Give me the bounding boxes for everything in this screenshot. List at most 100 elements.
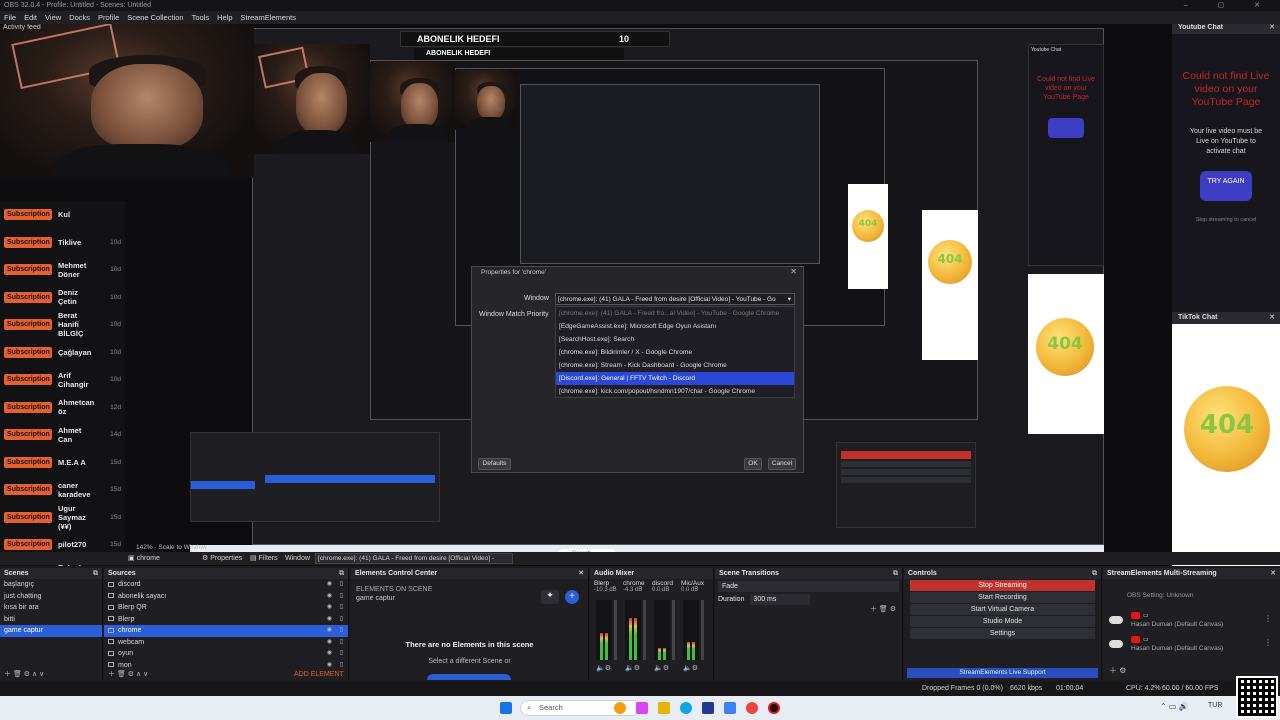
menu-item[interactable]: View (45, 11, 61, 24)
speaker-icon[interactable]: 🔈⚙ (625, 664, 640, 672)
visibility-icon[interactable]: ◉ (327, 648, 332, 660)
menu-item[interactable]: Tools (192, 11, 210, 24)
source-item[interactable]: chrome ◉ ▯ (104, 625, 348, 637)
close-icon[interactable]: ⧉ (1092, 568, 1097, 579)
menu-item[interactable]: Help (217, 11, 232, 24)
close-icon[interactable]: ✕ (1269, 24, 1275, 34)
obs-icon[interactable] (768, 702, 780, 714)
volume-slider[interactable] (672, 600, 675, 660)
more-icon[interactable]: ⋮ (1264, 638, 1272, 647)
lock-icon[interactable]: ▯ (340, 625, 343, 637)
filters-button[interactable]: ▤ Filters (250, 552, 278, 565)
cancel-button[interactable]: Cancel (768, 458, 796, 470)
add-element-link[interactable]: ADD ELEMENT (294, 669, 344, 680)
live-support-button[interactable]: StreamElements Live Support (907, 668, 1098, 678)
sparkle-icon[interactable]: ✦ (541, 590, 559, 604)
window-option[interactable]: [EdgeGameAssist.exe]: Microsoft Edge Oyu… (556, 320, 794, 333)
window-select[interactable]: [chrome.exe]: (41) GALA - Freed from des… (555, 293, 795, 305)
close-icon[interactable]: ⧉ (339, 568, 344, 579)
scene-item[interactable]: başlangıç (0, 579, 102, 591)
file-explorer-icon[interactable] (658, 702, 670, 714)
visibility-icon[interactable]: ◉ (327, 591, 332, 603)
visibility-icon[interactable]: ◉ (327, 614, 332, 626)
transition-add-remove[interactable]: ＋ 🗑 ⚙ (870, 604, 896, 614)
stream-toggle[interactable] (1109, 616, 1123, 624)
source-item[interactable]: oyun ◉ ▯ (104, 648, 348, 660)
speaker-icon[interactable]: 🔈⚙ (654, 664, 669, 672)
preview-canvas[interactable]: ABONELIK HEDEFI 10 ABONELIK HEDEFI Activ… (0, 24, 1280, 566)
ok-button[interactable]: OK (744, 458, 762, 470)
lock-icon[interactable]: ▯ (340, 602, 343, 614)
scene-item[interactable]: bitti (0, 614, 102, 626)
control-button[interactable]: Settings (910, 628, 1095, 639)
window-option[interactable]: [chrome.exe]: (41) GALA - Freed fro...al… (556, 307, 794, 320)
lock-icon[interactable]: ▯ (340, 648, 343, 660)
lock-icon[interactable]: ▯ (340, 637, 343, 649)
close-icon[interactable]: ✕ (1269, 312, 1275, 324)
window-option[interactable]: [SearchHost.exe]: Search (556, 333, 794, 346)
menu-item[interactable]: File (4, 11, 16, 24)
source-item[interactable]: Blerp QR ◉ ▯ (104, 602, 348, 614)
try-again-button[interactable]: TRY AGAIN (1200, 171, 1252, 201)
visibility-icon[interactable]: ◉ (327, 637, 332, 649)
window-option[interactable]: [chrome.exe]: Bildirimler / X - Google C… (556, 346, 794, 359)
widget-icon[interactable] (614, 702, 626, 714)
menu-item[interactable]: Docks (69, 11, 90, 24)
lock-icon[interactable]: ▯ (340, 591, 343, 603)
window-select[interactable]: [chrome.exe]: (41) GALA - Freed from des… (315, 553, 513, 564)
windows-start-icon[interactable] (500, 702, 512, 714)
volume-slider[interactable] (643, 600, 646, 660)
control-button[interactable]: Studio Mode (910, 616, 1095, 627)
elements-action-button[interactable] (427, 674, 511, 680)
dialog-close-icon[interactable]: ✕ (790, 267, 797, 276)
tray-icons[interactable]: ⌃ ▭ 🔊 (1160, 702, 1189, 711)
scenes-toolbar[interactable]: ＋ 🗑 ⚙ ∧ ∨ (0, 669, 102, 680)
scene-item[interactable]: kısa bir ara (0, 602, 102, 614)
window-option[interactable]: [Discord.exe]: General | FFTV Twitch - D… (556, 372, 794, 385)
edge-icon[interactable] (680, 702, 692, 714)
source-item[interactable]: abonelik sayacı ◉ ▯ (104, 591, 348, 603)
app-icon[interactable] (724, 702, 736, 714)
menu-item[interactable]: Edit (24, 11, 37, 24)
menu-item[interactable]: StreamElements (241, 11, 296, 24)
visibility-icon[interactable]: ◉ (327, 625, 332, 637)
close-icon[interactable]: ✕ (578, 568, 584, 579)
properties-button[interactable]: ⚙ Properties (202, 552, 242, 565)
close-icon[interactable]: ⧉ (893, 568, 898, 579)
source-item[interactable]: webcam ◉ ▯ (104, 637, 348, 649)
duration-input[interactable]: 300 ms (750, 594, 811, 605)
menu-item[interactable]: Profile (98, 11, 119, 24)
sources-toolbar[interactable]: ＋ 🗑 ⚙ ∧ ∨ ADD ELEMENT (104, 669, 348, 680)
source-item[interactable]: discord ◉ ▯ (104, 579, 348, 591)
defaults-button[interactable]: Defaults (478, 458, 511, 470)
speaker-icon[interactable]: 🔈⚙ (683, 664, 698, 672)
stream-toggle[interactable] (1109, 640, 1123, 648)
control-button[interactable]: Start Recording (910, 592, 1095, 603)
more-icon[interactable]: ⋮ (1264, 614, 1272, 623)
volume-slider[interactable] (701, 600, 704, 660)
lock-icon[interactable]: ▯ (340, 579, 343, 591)
copilot-icon[interactable] (636, 702, 648, 714)
add-icon[interactable]: + (565, 590, 579, 604)
multistream-toolbar[interactable]: ＋ ⚙ (1109, 665, 1126, 676)
store-icon[interactable] (702, 702, 714, 714)
transition-select[interactable]: Fade (718, 581, 899, 592)
window-option[interactable]: [chrome.exe]: Stream - Kick Dashboard - … (556, 359, 794, 372)
window-option[interactable]: [chrome.exe]: kick.com/popout/hsndmn1907… (556, 385, 794, 398)
scene-item[interactable]: just chatting (0, 591, 102, 603)
close-icon[interactable]: ⧉ (93, 568, 98, 579)
visibility-icon[interactable]: ◉ (327, 579, 332, 591)
control-button[interactable]: Stop Streaming (910, 580, 1095, 591)
window-controls[interactable]: – ▢ ✕ (1184, 0, 1274, 11)
source-item[interactable]: Blerp ◉ ▯ (104, 614, 348, 626)
scene-item[interactable]: game captur (0, 625, 102, 637)
language-indicator[interactable]: TUR (1208, 702, 1222, 709)
control-button[interactable]: Start Virtual Camera (910, 604, 1095, 615)
menu-item[interactable]: Scene Collection (127, 11, 183, 24)
visibility-icon[interactable]: ◉ (327, 602, 332, 614)
speaker-icon[interactable]: 🔈⚙ (596, 664, 611, 672)
close-icon[interactable]: ✕ (1270, 568, 1276, 579)
lock-icon[interactable]: ▯ (340, 614, 343, 626)
volume-slider[interactable] (614, 600, 617, 660)
chrome-icon[interactable] (746, 702, 758, 714)
